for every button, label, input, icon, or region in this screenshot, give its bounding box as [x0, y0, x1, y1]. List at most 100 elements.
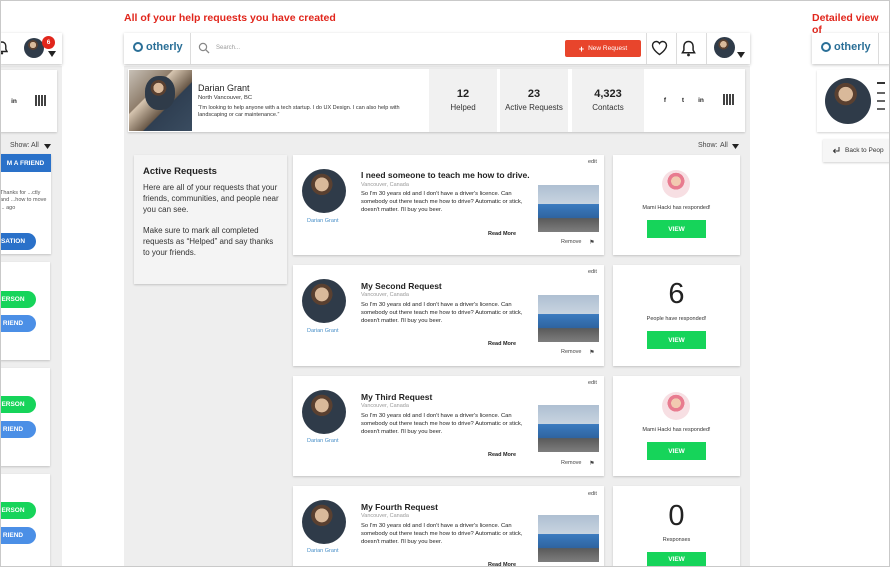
request-card: edit Darian Grant I need someone to teac…	[293, 155, 604, 255]
text-fragment	[877, 100, 885, 102]
friend-button[interactable]: RIEND	[0, 315, 36, 332]
request-location: Vancouver, Canada	[361, 403, 409, 409]
edit-link[interactable]: edit	[588, 159, 597, 165]
edit-link[interactable]: edit	[588, 269, 597, 275]
response-card: Mami Hacki has responded! VIEW	[613, 376, 740, 476]
linkedin-icon[interactable]: in	[695, 94, 707, 106]
text-fragment	[877, 92, 885, 94]
facebook-icon[interactable]: f	[659, 94, 671, 106]
left-header: 6	[0, 33, 62, 64]
otherly-logo[interactable]: otherly	[821, 41, 871, 53]
remove-link[interactable]: Remove	[561, 349, 581, 355]
read-more-link[interactable]: Read More	[488, 231, 516, 237]
stat-value: 23	[527, 88, 541, 100]
flag-icon[interactable]: ⚑	[589, 460, 595, 467]
request-image	[538, 295, 599, 342]
friend-button[interactable]: RIEND	[0, 527, 36, 544]
chevron-down-icon[interactable]	[737, 52, 745, 58]
add-friend-button[interactable]: M A FRIEND	[0, 154, 51, 172]
profile-location: North Vancouver, BC	[198, 95, 253, 101]
request-body: So I'm 30 years old and I don't have a d…	[361, 523, 523, 545]
back-to-people-button[interactable]: Back to Peop	[823, 139, 890, 162]
request-title[interactable]: I need someone to teach me how to drive.	[361, 170, 530, 180]
name-text-fragment	[877, 82, 885, 84]
author-avatar[interactable]	[302, 390, 346, 434]
profile-bio: “I'm looking to help anyone with a tech …	[198, 105, 400, 119]
right-profile-card	[817, 70, 890, 132]
view-button[interactable]: VIEW	[647, 331, 706, 349]
stat-contacts[interactable]: 4,323 Contacts	[572, 69, 644, 132]
plus-icon: +	[578, 43, 585, 54]
responder-avatar[interactable]	[662, 392, 690, 420]
chevron-down-icon[interactable]	[732, 144, 739, 149]
request-body: So I'm 30 years old and I don't have a d…	[361, 302, 523, 324]
left-filter-value[interactable]: All	[31, 142, 39, 149]
chevron-down-icon[interactable]	[44, 144, 51, 149]
author-name[interactable]: Darian Grant	[307, 328, 339, 334]
read-more-link[interactable]: Read More	[488, 452, 516, 458]
conversation-button[interactable]: SATION	[0, 233, 36, 250]
qr-code-icon[interactable]	[723, 94, 734, 105]
stat-value: 12	[456, 88, 470, 100]
request-location: Vancouver, Canada	[361, 513, 409, 519]
author-name[interactable]: Darian Grant	[307, 548, 339, 554]
friend-button[interactable]: RIEND	[0, 421, 36, 438]
search-input[interactable]: Search...	[216, 45, 240, 51]
request-card: edit Darian Grant My Third Request Vanco…	[293, 376, 604, 476]
profile-face	[145, 76, 175, 110]
new-request-button[interactable]: + New Request	[565, 40, 641, 57]
stat-label: Helped	[450, 103, 476, 112]
flag-icon[interactable]: ⚑	[589, 239, 595, 246]
heart-icon[interactable]	[651, 40, 668, 56]
author-avatar[interactable]	[302, 279, 346, 323]
profile-summary-card: Darian Grant North Vancouver, BC “I'm lo…	[128, 69, 745, 132]
text-fragment	[877, 108, 885, 110]
author-avatar[interactable]	[302, 500, 346, 544]
profile-photo	[129, 70, 192, 131]
request-image	[538, 515, 599, 562]
person-button[interactable]: ERSON	[0, 396, 36, 413]
view-button[interactable]: VIEW	[647, 220, 706, 238]
request-title[interactable]: My Second Request	[361, 281, 442, 291]
left-person-card-2: ERSON RIEND	[0, 368, 50, 466]
view-button[interactable]: VIEW	[647, 552, 706, 567]
read-more-link[interactable]: Read More	[488, 341, 516, 347]
back-label: Back to Peop	[845, 147, 884, 154]
view-button[interactable]: VIEW	[647, 442, 706, 460]
person-button[interactable]: ERSON	[0, 291, 36, 308]
request-image	[538, 405, 599, 452]
author-name[interactable]: Darian Grant	[307, 218, 339, 224]
author-avatar[interactable]	[302, 169, 346, 213]
remove-link[interactable]: Remove	[561, 239, 581, 245]
bell-icon[interactable]	[681, 40, 696, 57]
response-card: 0 Responses VIEW	[613, 486, 740, 567]
request-body: So I'm 30 years old and I don't have a d…	[361, 191, 523, 213]
flag-icon[interactable]: ⚑	[589, 349, 595, 356]
remove-link[interactable]: Remove	[561, 460, 581, 466]
linkedin-icon[interactable]: in	[8, 95, 20, 107]
qr-code-icon[interactable]	[35, 95, 46, 106]
bell-icon[interactable]	[0, 41, 8, 55]
user-avatar[interactable]	[714, 37, 735, 58]
info-paragraph-2: Make sure to mark all completed requests…	[143, 226, 274, 257]
divider	[676, 33, 677, 64]
filter-value[interactable]: All	[720, 142, 728, 149]
response-text: People have responded!	[646, 316, 707, 322]
author-name[interactable]: Darian Grant	[307, 438, 339, 444]
stat-label: Active Requests	[505, 103, 563, 112]
edit-link[interactable]: edit	[588, 380, 597, 386]
person-button[interactable]: ERSON	[0, 502, 36, 519]
user-avatar[interactable]	[24, 38, 44, 58]
twitter-icon[interactable]: t	[677, 94, 689, 106]
read-more-link[interactable]: Read More	[488, 562, 516, 567]
otherly-logo[interactable]: otherly	[133, 41, 183, 53]
stat-helped[interactable]: 12 Helped	[429, 69, 497, 132]
chevron-down-icon[interactable]	[48, 51, 56, 57]
new-request-label: New Request	[588, 45, 628, 52]
top-nav-bar: otherly Search... + New Request	[124, 33, 750, 64]
responder-avatar[interactable]	[662, 170, 690, 198]
request-title[interactable]: My Third Request	[361, 392, 432, 402]
stat-active-requests[interactable]: 23 Active Requests	[500, 69, 568, 132]
edit-link[interactable]: edit	[588, 491, 597, 497]
request-title[interactable]: My Fourth Request	[361, 502, 438, 512]
